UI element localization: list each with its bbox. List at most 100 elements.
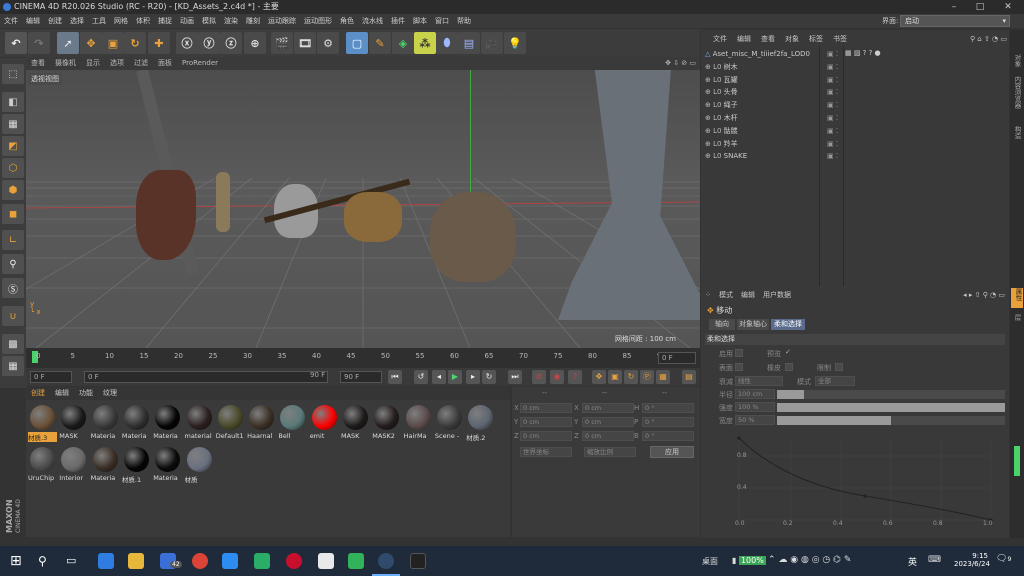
material-swatch[interactable]: material [185, 403, 214, 443]
visibility-toggle[interactable]: ▣ ⁚ [827, 86, 838, 98]
material-swatch[interactable]: MASK2 [372, 403, 401, 443]
tab-soft-selection[interactable]: 柔和选择 [771, 319, 805, 330]
windows-start-icon[interactable]: ⊞ [10, 553, 26, 569]
material-swatch[interactable]: Bell [278, 403, 307, 443]
edges-mode-icon[interactable]: ⬢ [2, 180, 24, 200]
search-icon[interactable]: ⚲ [38, 553, 54, 569]
visibility-toggle[interactable]: ▣ ⁚ [827, 99, 838, 111]
tweak-mode-icon[interactable]: ⚲ [2, 254, 24, 274]
viewport-menu-view[interactable]: 查看 [26, 57, 50, 70]
select-cursor-icon[interactable]: ➚ [57, 32, 79, 54]
object-row[interactable]: ⊕ L0 羚羊 ▣ ⁚ [705, 138, 1005, 151]
rope-object[interactable] [216, 172, 230, 232]
goto-end-icon[interactable]: ⏭ [508, 370, 522, 384]
z-axis-icon[interactable]: ⓩ [220, 32, 242, 54]
viewport-menu-options[interactable]: 选项 [105, 57, 129, 70]
magnet-icon[interactable]: ∪ [2, 306, 24, 326]
ms-store-icon[interactable] [98, 553, 114, 569]
hair-object[interactable] [136, 170, 196, 260]
desktop-label[interactable]: 桌面 [702, 556, 718, 567]
coord-value-field[interactable]: 0 ° [642, 417, 694, 427]
camera-icon[interactable]: 🎥 [481, 32, 503, 54]
lock-icon[interactable]: ▦ [2, 356, 24, 376]
menu-pipeline[interactable]: 流水线 [358, 14, 387, 28]
material-menu-function[interactable]: 功能 [74, 387, 98, 400]
viewport-menu-cameras[interactable]: 摄像机 [50, 57, 81, 70]
rubber-checkbox[interactable] [785, 363, 793, 371]
menu-snap[interactable]: 捕捉 [154, 14, 176, 28]
minimize-button[interactable]: – [940, 0, 968, 14]
subdivision-icon[interactable]: ◈ [392, 32, 414, 54]
viewport-menu-prorender[interactable]: ProRender [177, 57, 223, 70]
make-editable-icon[interactable]: ⬚ [2, 64, 24, 84]
restrict-checkbox[interactable] [835, 363, 843, 371]
coordinate-system-icon[interactable]: ⊕ [244, 32, 266, 54]
pen-icon[interactable]: ✎ [369, 32, 391, 54]
clock[interactable]: 9:15 2023/6/24 [954, 552, 990, 568]
attr-menu-mode[interactable]: 模式 [719, 289, 733, 301]
material-swatch[interactable]: Materia [91, 445, 120, 485]
material-swatch[interactable]: Materia [153, 403, 182, 443]
maximize-button[interactable]: □ [966, 0, 994, 14]
mode-select[interactable]: 全部 [815, 376, 855, 386]
preview-checkbox[interactable]: ✓ [785, 348, 791, 356]
prev-frame-icon[interactable]: ◂ [432, 370, 446, 384]
side-tab-structure[interactable]: 构造 [1012, 126, 1022, 139]
menu-select[interactable]: 选择 [66, 14, 88, 28]
epic-games-icon[interactable] [410, 553, 426, 569]
menu-plugins[interactable]: 插件 [387, 14, 409, 28]
keyboard-icon[interactable]: ⌨ [928, 555, 941, 565]
apply-button[interactable]: 应用 [650, 446, 694, 458]
recorder-icon[interactable] [286, 553, 302, 569]
key-scale-icon[interactable]: ▣ [608, 370, 622, 384]
redo-icon[interactable]: ↷ [28, 32, 50, 54]
slider-value-field[interactable]: 100 % [735, 402, 775, 412]
task-view-icon[interactable]: ▭ [66, 553, 82, 569]
material-swatch[interactable]: Haarnal [247, 403, 276, 443]
render-settings-icon[interactable]: ⚙ [317, 32, 339, 54]
visibility-toggle[interactable]: ▣ ⁚ [827, 150, 838, 162]
object-row[interactable]: ⊕ L0 SNAKE ▣ ⁚ [705, 150, 1005, 163]
ram-skull-object[interactable] [344, 192, 402, 242]
goto-start-icon[interactable]: ⏮ [388, 370, 402, 384]
visibility-toggle[interactable]: ▣ ⁚ [827, 61, 838, 73]
material-menu-create[interactable]: 创建 [26, 387, 50, 400]
coord-scale-select[interactable]: 缩放比例 [584, 447, 636, 457]
key-position-icon[interactable]: ✥ [592, 370, 606, 384]
menu-mograph[interactable]: 运动图形 [300, 14, 336, 28]
live-select-icon[interactable]: ✚ [148, 32, 170, 54]
timeline-window-icon[interactable]: ▤ [682, 370, 696, 384]
viewport-menu-filter[interactable]: 过滤 [129, 57, 153, 70]
material-swatch[interactable]: MASK [59, 403, 88, 443]
render-view-icon[interactable]: 🎬 [271, 32, 293, 54]
wechat-icon[interactable] [254, 553, 270, 569]
object-row[interactable]: ⊕ L0 树木 ▣ ⁚ [705, 61, 1005, 74]
y-axis-icon[interactable]: ⓨ [198, 32, 220, 54]
material-swatch[interactable]: 材质.1 [122, 445, 151, 485]
scale-icon[interactable]: ▣ [102, 32, 124, 54]
start-frame-field[interactable]: 0 F [30, 371, 72, 383]
menu-render[interactable]: 渲染 [220, 14, 242, 28]
side-tab-attributes[interactable]: 属性 [1011, 288, 1023, 308]
menu-edit[interactable]: 编辑 [22, 14, 44, 28]
tab-axis[interactable]: 轴向 [709, 319, 735, 330]
deformer-icon[interactable]: ⬮ [436, 32, 458, 54]
menu-script[interactable]: 脚本 [409, 14, 431, 28]
slider-track[interactable] [777, 403, 1005, 412]
menu-animate[interactable]: 动画 [176, 14, 198, 28]
cinema4d-taskbar-icon[interactable] [378, 553, 394, 569]
viewport[interactable]: 透视视图 y └ x 网格间距 : 100 cm [26, 70, 700, 348]
om-menu-edit[interactable]: 编辑 [732, 33, 756, 45]
cube-icon[interactable]: ▢ [346, 32, 368, 54]
preview-start-field[interactable]: 0 F [84, 371, 328, 383]
coord-value-field[interactable]: 0 ° [642, 431, 694, 441]
coord-value-field[interactable]: 0 cm [582, 431, 634, 441]
menu-character[interactable]: 角色 [336, 14, 358, 28]
grid-icon[interactable]: ▩ [2, 334, 24, 354]
layout-select[interactable]: 启动 ▾ [900, 15, 1010, 27]
material-swatch[interactable]: 材质.2 [466, 403, 495, 443]
model-mode-icon[interactable]: ◧ [2, 92, 24, 112]
object-row[interactable]: ⊕ L0 头骨 ▣ ⁚ [705, 86, 1005, 99]
object-row[interactable]: ⊕ L0 木杆 ▣ ⁚ [705, 112, 1005, 125]
ime-indicator[interactable]: 英 [908, 555, 917, 568]
